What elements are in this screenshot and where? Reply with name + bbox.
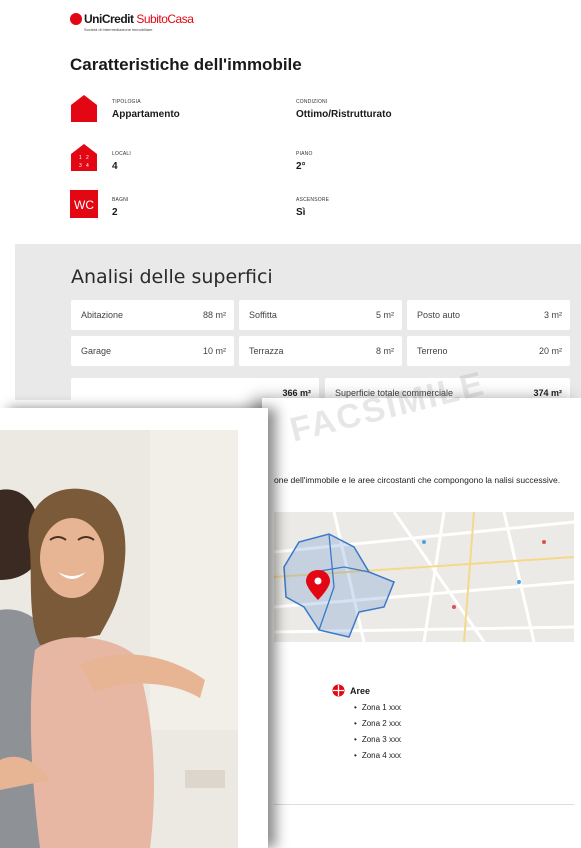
areas-icon xyxy=(332,684,345,697)
feature-label: LOCALI xyxy=(112,151,131,157)
characteristics-sheet: UniCredit SubitoCasa Società di intermed… xyxy=(0,0,581,408)
surface-cell: Garage 10 m² xyxy=(71,336,234,366)
surface-label: Soffitta xyxy=(249,310,277,320)
area-map xyxy=(274,512,574,642)
feature-value: Sì xyxy=(296,207,306,218)
surface-label: Terrazza xyxy=(249,346,284,356)
divider xyxy=(274,804,574,805)
couple-photo xyxy=(0,430,238,848)
surface-value: 20 m² xyxy=(538,346,562,356)
feature-label: BAGNI xyxy=(112,197,129,203)
logo-brand: UniCredit xyxy=(84,12,134,26)
legend-item: Zona 2 xxx xyxy=(354,716,401,732)
legend-item: Zona 3 xxx xyxy=(354,732,401,748)
legend-item: Zona 1 xxx xyxy=(354,700,401,716)
legend-title: Aree xyxy=(350,686,371,696)
surface-cell: Terrazza 8 m² xyxy=(239,336,402,366)
house-icon xyxy=(71,95,97,122)
surface-cell: Abitazione 88 m² xyxy=(71,300,234,330)
feature-label: TIPOLOGIA xyxy=(112,99,141,105)
surface-cell: Soffitta 5 m² xyxy=(239,300,402,330)
surface-cell: Posto auto 3 m² xyxy=(407,300,570,330)
svg-text:WC: WC xyxy=(74,198,94,212)
feature-label: PIANO xyxy=(296,151,313,157)
map-intro-text: one dell'immobile e le aree circostanti … xyxy=(274,475,561,485)
feature-value: 2 xyxy=(112,207,118,218)
svg-text:4: 4 xyxy=(86,163,89,169)
feature-value: Appartamento xyxy=(112,109,180,120)
surface-total-value: 366 m² xyxy=(282,388,311,398)
map-sheet: one dell'immobile e le aree circostanti … xyxy=(262,398,581,848)
legend-item: Zona 4 xxx xyxy=(354,748,401,764)
wc-icon: WC xyxy=(70,190,98,218)
surface-value: 88 m² xyxy=(202,310,226,320)
surface-label: Terreno xyxy=(417,346,448,356)
svg-text:3: 3 xyxy=(79,163,82,169)
svg-text:1: 1 xyxy=(79,155,82,161)
rooms-house-icon: 1 2 3 4 xyxy=(71,144,97,171)
surface-value: 5 m² xyxy=(376,310,394,320)
unicredit-logo: UniCredit SubitoCasa Società di intermed… xyxy=(70,12,194,32)
unicredit-logo-mark-icon xyxy=(70,13,82,25)
photo-sheet xyxy=(0,408,268,848)
svg-text:2: 2 xyxy=(86,155,89,161)
surface-value: 10 m² xyxy=(202,346,226,356)
surface-total-value: 374 m² xyxy=(533,388,562,398)
feature-label: CONDIZIONI xyxy=(296,99,328,105)
surface-value: 3 m² xyxy=(544,310,562,320)
feature-value: 2° xyxy=(296,161,306,172)
surface-analysis-title: Analisi delle superfici xyxy=(71,266,273,288)
surface-analysis-panel: Analisi delle superfici Abitazione 88 m²… xyxy=(15,244,581,408)
logo-subtitle: Società di intermediazione immobiliare xyxy=(84,27,153,32)
characteristics-title: Caratteristiche dell'immobile xyxy=(70,55,302,74)
feature-value: 4 xyxy=(112,161,118,172)
surface-label: Garage xyxy=(81,346,112,356)
surface-value: 8 m² xyxy=(376,346,394,356)
logo-product: SubitoCasa xyxy=(136,12,194,26)
feature-value: Ottimo/Ristrutturato xyxy=(296,109,392,120)
legend-list: Zona 1 xxx Zona 2 xxx Zona 3 xxx Zona 4 … xyxy=(354,700,401,764)
feature-label: ASCENSORE xyxy=(296,197,330,203)
surface-label: Posto auto xyxy=(417,310,461,320)
surface-cell: Terreno 20 m² xyxy=(407,336,570,366)
surface-label: Abitazione xyxy=(81,310,124,320)
